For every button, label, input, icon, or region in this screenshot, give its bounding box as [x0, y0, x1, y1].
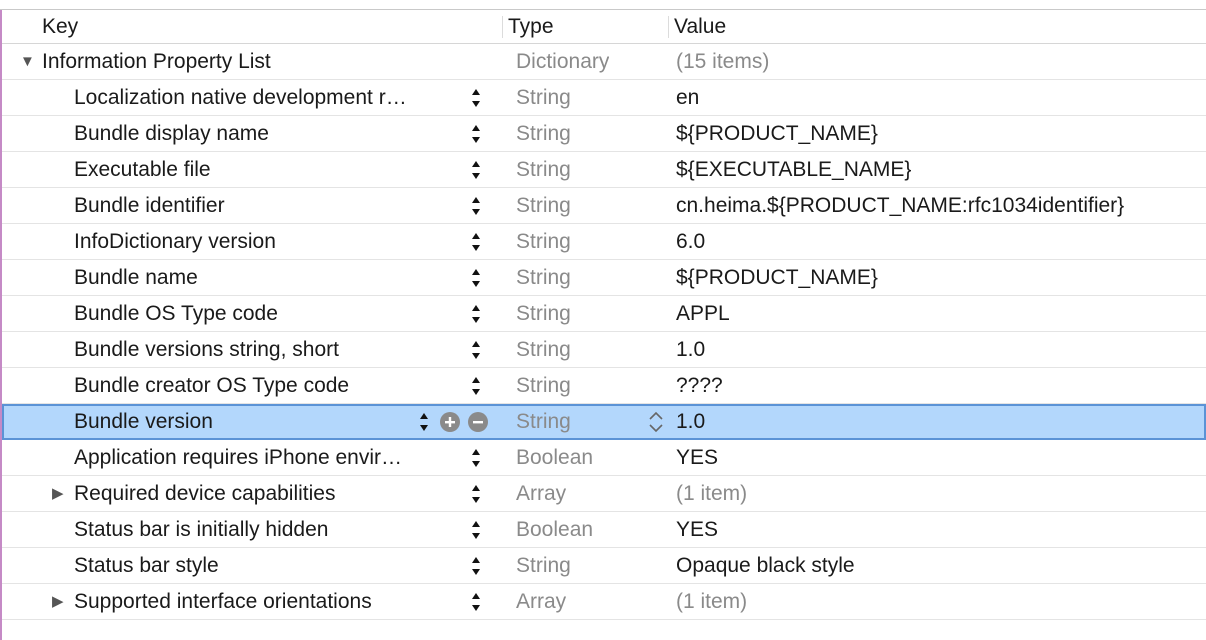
row-value[interactable]: (1 item) [676, 476, 747, 511]
table-row-root[interactable]: ▼ Information Property List Dictionary (… [2, 44, 1206, 80]
row-type[interactable]: String [516, 116, 571, 151]
row-key[interactable]: Bundle name [74, 260, 454, 295]
table-row-selected[interactable]: Bundle version String 1.0 [2, 404, 1206, 440]
row-key: Information Property List [42, 50, 271, 73]
table-row[interactable]: ▶ Supported interface orientations Array… [2, 584, 1206, 620]
toolbar-strip [0, 0, 1206, 10]
row-key[interactable]: Localization native development r… [74, 80, 454, 115]
row-value[interactable]: Opaque black style [676, 548, 855, 583]
up-down-stepper-icon[interactable] [470, 230, 482, 254]
row-type[interactable]: Boolean [516, 440, 593, 475]
row-value[interactable]: (1 item) [676, 584, 747, 619]
row-key[interactable]: Required device capabilities [74, 476, 454, 511]
up-down-stepper-icon[interactable] [470, 266, 482, 290]
row-type[interactable]: String [516, 80, 571, 115]
table-row[interactable]: Bundle versions string, short String 1.0 [2, 332, 1206, 368]
up-down-stepper-icon[interactable] [470, 158, 482, 182]
table-row[interactable]: Bundle identifier String cn.heima.${PROD… [2, 188, 1206, 224]
row-value[interactable]: 6.0 [676, 224, 705, 259]
row-value[interactable]: en [676, 80, 699, 115]
row-key[interactable]: Supported interface orientations [74, 584, 454, 619]
plus-circle-icon[interactable] [440, 412, 460, 432]
table-row[interactable]: Bundle name String ${PRODUCT_NAME} [2, 260, 1206, 296]
row-value[interactable]: cn.heima.${PRODUCT_NAME:rfc1034identifie… [676, 188, 1124, 223]
row-key[interactable]: Application requires iPhone envir… [74, 440, 454, 475]
row-value[interactable]: ${PRODUCT_NAME} [676, 116, 878, 151]
row-value[interactable]: 1.0 [676, 332, 705, 367]
table-row[interactable]: Localization native development r… Strin… [2, 80, 1206, 116]
row-key[interactable]: Executable file [74, 152, 454, 187]
row-value[interactable]: APPL [676, 296, 730, 331]
triangle-right-icon[interactable]: ▶ [52, 476, 64, 511]
up-down-stepper-icon[interactable] [470, 302, 482, 326]
property-list-table: ▼ Information Property List Dictionary (… [2, 44, 1206, 620]
table-row[interactable]: Executable file String ${EXECUTABLE_NAME… [2, 152, 1206, 188]
up-down-stepper-icon[interactable] [470, 86, 482, 110]
row-type[interactable]: String [516, 548, 571, 583]
row-type[interactable]: Array [516, 476, 566, 511]
row-type[interactable]: Boolean [516, 512, 593, 547]
row-value[interactable]: YES [676, 512, 718, 547]
row-key[interactable]: Bundle creator OS Type code [74, 368, 454, 403]
row-type: Dictionary [516, 50, 610, 73]
row-value[interactable]: ${EXECUTABLE_NAME} [676, 152, 911, 187]
row-type[interactable]: String [516, 332, 571, 367]
column-header-type[interactable]: Type [508, 10, 554, 43]
row-type[interactable]: String [516, 188, 571, 223]
table-row[interactable]: Bundle OS Type code String APPL [2, 296, 1206, 332]
table-row[interactable]: Status bar style String Opaque black sty… [2, 548, 1206, 584]
table-row[interactable]: Status bar is initially hidden Boolean Y… [2, 512, 1206, 548]
column-header-value[interactable]: Value [674, 10, 726, 43]
row-type[interactable]: String [516, 224, 571, 259]
row-key[interactable]: Bundle versions string, short [74, 332, 454, 367]
up-down-stepper-icon[interactable] [470, 518, 482, 542]
triangle-down-icon[interactable]: ▼ [20, 44, 35, 79]
column-header-key[interactable]: Key [42, 10, 78, 43]
row-key[interactable]: Status bar style [74, 548, 454, 583]
row-key[interactable]: Bundle identifier [74, 188, 454, 223]
up-down-stepper-icon[interactable] [470, 482, 482, 506]
row-value[interactable]: ???? [676, 368, 723, 403]
row-type[interactable]: String [516, 404, 571, 439]
table-row[interactable]: Bundle creator OS Type code String ???? [2, 368, 1206, 404]
up-down-stepper-icon[interactable] [470, 446, 482, 470]
up-down-stepper-icon[interactable] [470, 194, 482, 218]
column-divider[interactable] [668, 16, 669, 38]
row-type[interactable]: String [516, 152, 571, 187]
row-value[interactable]: YES [676, 440, 718, 475]
row-key[interactable]: Bundle OS Type code [74, 296, 454, 331]
row-type[interactable]: String [516, 368, 571, 403]
up-down-stepper-icon[interactable] [418, 410, 430, 434]
up-down-stepper-icon[interactable] [470, 554, 482, 578]
row-type[interactable]: String [516, 296, 571, 331]
chevron-up-down-icon[interactable] [646, 410, 666, 434]
row-type[interactable]: String [516, 260, 571, 295]
up-down-stepper-icon[interactable] [470, 338, 482, 362]
row-type[interactable]: Array [516, 584, 566, 619]
table-header: Key Type Value [2, 10, 1206, 44]
table-row[interactable]: InfoDictionary version String 6.0 [2, 224, 1206, 260]
row-key[interactable]: Status bar is initially hidden [74, 512, 454, 547]
up-down-stepper-icon[interactable] [470, 374, 482, 398]
row-key[interactable]: Bundle display name [74, 116, 454, 151]
column-divider[interactable] [502, 16, 503, 38]
row-key[interactable]: InfoDictionary version [74, 224, 454, 259]
row-value: (15 items) [676, 50, 770, 73]
table-row[interactable]: Application requires iPhone envir… Boole… [2, 440, 1206, 476]
triangle-right-icon[interactable]: ▶ [52, 584, 64, 619]
row-value[interactable]: 1.0 [676, 404, 705, 439]
row-value[interactable]: ${PRODUCT_NAME} [676, 260, 878, 295]
minus-circle-icon[interactable] [468, 412, 488, 432]
up-down-stepper-icon[interactable] [470, 122, 482, 146]
table-row[interactable]: Bundle display name String ${PRODUCT_NAM… [2, 116, 1206, 152]
up-down-stepper-icon[interactable] [470, 590, 482, 614]
table-row[interactable]: ▶ Required device capabilities Array (1 … [2, 476, 1206, 512]
row-key[interactable]: Bundle version [74, 404, 414, 439]
